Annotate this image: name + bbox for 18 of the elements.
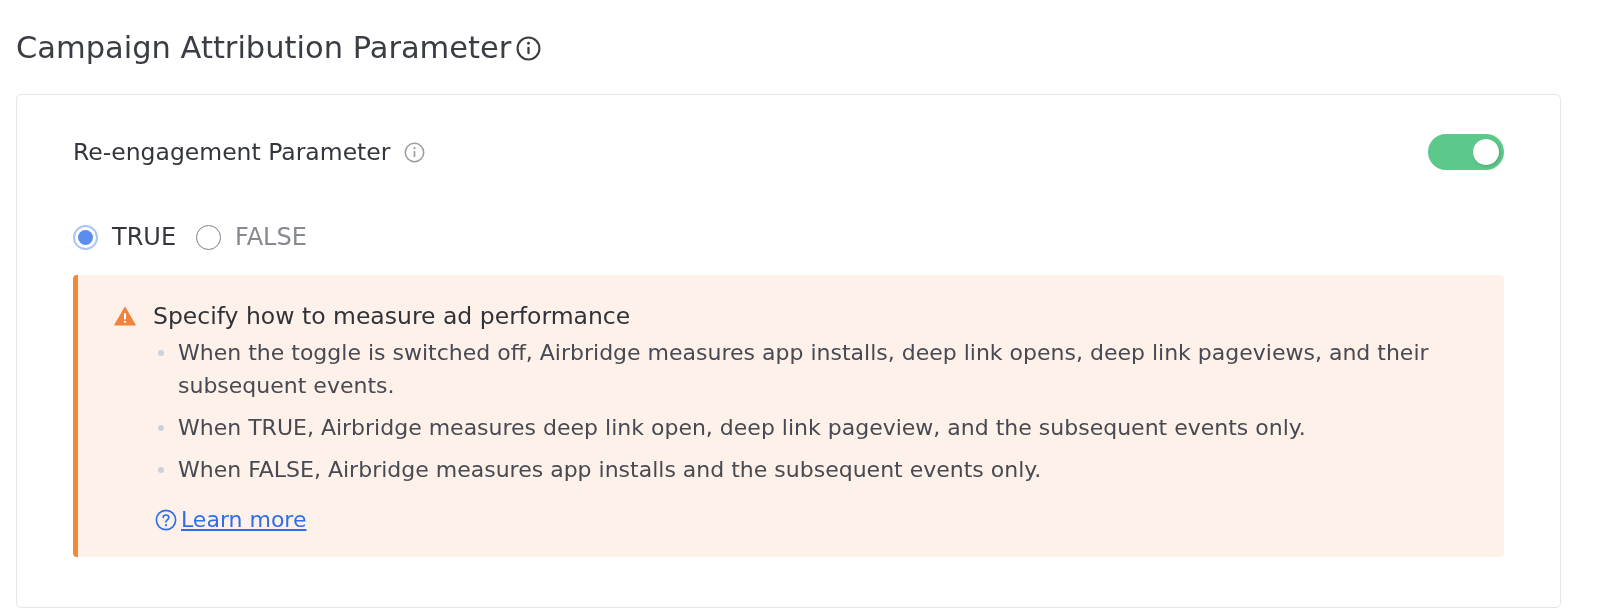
alert-text: When TRUE, Airbridge measures deep link open, deep link pageview, and the subsequent events only. bbox=[178, 414, 1306, 442]
bullet-icon bbox=[158, 350, 164, 356]
alert-text: When the toggle is switched off, Airbridge measures app installs, deep link opens, deep link pageviews, and their subsequent events. bbox=[178, 339, 1430, 400]
bullet-icon bbox=[158, 467, 164, 473]
warning-icon bbox=[114, 306, 136, 326]
setting-label: Re-engagement Parameter bbox=[73, 138, 391, 166]
help-icon bbox=[155, 509, 177, 531]
section-title: Campaign Attribution Parameter bbox=[16, 29, 512, 67]
radio-label[interactable]: TRUE bbox=[112, 223, 177, 251]
alert-text: When FALSE, Airbridge measures app installs and the subsequent events only. bbox=[178, 456, 1042, 484]
alert-title: Specify how to measure ad performance bbox=[153, 302, 631, 330]
radio-label[interactable]: FALSE bbox=[235, 223, 307, 251]
toggle-switch[interactable] bbox=[1428, 134, 1504, 170]
bullet-icon bbox=[158, 425, 164, 431]
learn-more-link[interactable]: Learn more bbox=[181, 505, 307, 535]
radio-button[interactable] bbox=[73, 224, 98, 250]
info-icon[interactable] bbox=[516, 35, 542, 61]
radio-button[interactable] bbox=[196, 224, 222, 250]
